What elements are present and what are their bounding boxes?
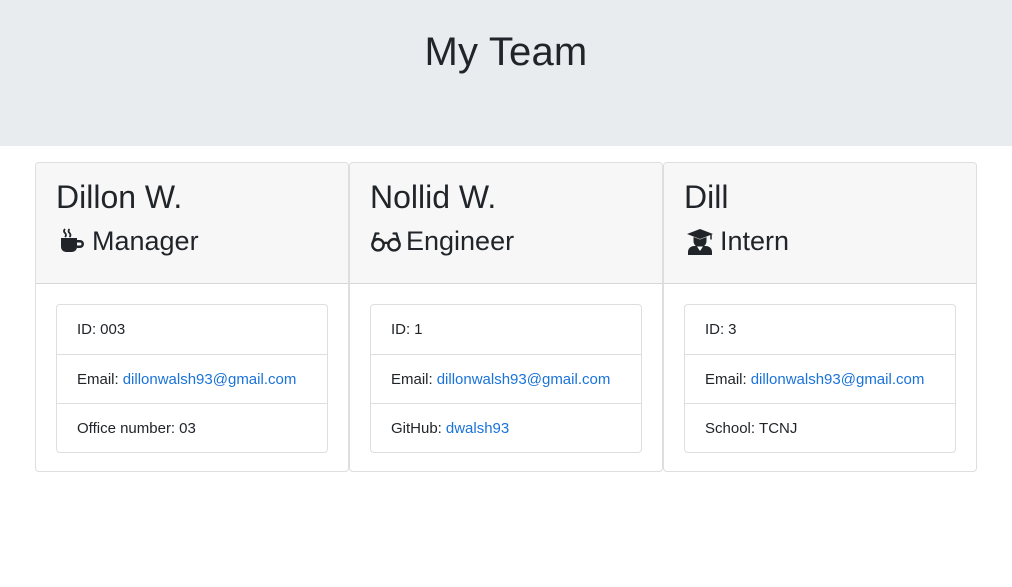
list-item-office: Office number: 03 <box>57 403 327 452</box>
info-list: ID: 003 Email: dillonwalsh93@gmail.com O… <box>56 304 328 453</box>
role-label: Engineer <box>406 226 515 256</box>
email-link[interactable]: dillonwalsh93@gmail.com <box>437 371 611 388</box>
email-link[interactable]: dillonwalsh93@gmail.com <box>123 371 297 388</box>
employee-role: Intern <box>684 225 956 257</box>
office-label: Office number: <box>77 419 176 437</box>
list-item-github: GitHub: dwalsh93 <box>371 403 641 452</box>
email-label: Email: <box>391 370 433 388</box>
list-item-id: ID: 3 <box>685 305 955 354</box>
id-value: 1 <box>414 321 423 338</box>
card-body: ID: 003 Email: dillonwalsh93@gmail.com O… <box>36 284 348 473</box>
team-cards: Dillon W. Manager ID: 003 Email: dillonw… <box>35 162 977 472</box>
employee-card-engineer: Nollid W. Engineer ID: 1 Email: dillonwa… <box>349 162 663 472</box>
id-value: 003 <box>100 321 126 338</box>
info-list: ID: 1 Email: dillonwalsh93@gmail.com Git… <box>370 304 642 453</box>
school-label: School: <box>705 419 756 437</box>
id-label: ID: <box>705 321 725 338</box>
list-item-email: Email: dillonwalsh93@gmail.com <box>57 354 327 403</box>
employee-name: Nollid W. <box>370 179 497 215</box>
email-label: Email: <box>77 370 119 388</box>
employee-card-intern: Dill Intern ID: 3 Email: dillonwalsh93@g… <box>663 162 977 472</box>
employee-role: Engineer <box>370 225 642 257</box>
email-label: Email: <box>705 370 747 388</box>
employee-role: Manager <box>56 225 328 257</box>
list-item-id: ID: 1 <box>371 305 641 354</box>
card-body: ID: 3 Email: dillonwalsh93@gmail.com Sch… <box>664 284 976 473</box>
employee-name: Dillon W. <box>56 179 183 215</box>
page-title: My Team <box>424 30 588 74</box>
glasses-icon <box>370 225 402 257</box>
list-item-email: Email: dillonwalsh93@gmail.com <box>371 354 641 403</box>
card-body: ID: 1 Email: dillonwalsh93@gmail.com Git… <box>350 284 662 473</box>
school-value: TCNJ <box>759 419 798 437</box>
jumbotron: My Team <box>0 0 1012 146</box>
info-list: ID: 3 Email: dillonwalsh93@gmail.com Sch… <box>684 304 956 453</box>
role-label: Intern <box>720 226 790 256</box>
role-label: Manager <box>92 226 199 256</box>
email-link[interactable]: dillonwalsh93@gmail.com <box>751 371 925 388</box>
list-item-school: School: TCNJ <box>685 403 955 452</box>
card-header: Nollid W. Engineer <box>350 163 662 284</box>
office-value: 03 <box>179 419 196 437</box>
github-label: GitHub: <box>391 419 442 437</box>
list-item-email: Email: dillonwalsh93@gmail.com <box>685 354 955 403</box>
card-header: Dillon W. Manager <box>36 163 348 284</box>
id-label: ID: <box>77 321 97 338</box>
id-label: ID: <box>391 321 411 338</box>
graduate-icon <box>684 225 716 257</box>
list-item-id: ID: 003 <box>57 305 327 354</box>
mug-icon <box>56 225 88 257</box>
employee-card-manager: Dillon W. Manager ID: 003 Email: dillonw… <box>35 162 349 472</box>
employee-name: Dill <box>684 179 729 215</box>
github-link[interactable]: dwalsh93 <box>446 420 509 437</box>
id-value: 3 <box>728 321 737 338</box>
card-header: Dill Intern <box>664 163 976 284</box>
